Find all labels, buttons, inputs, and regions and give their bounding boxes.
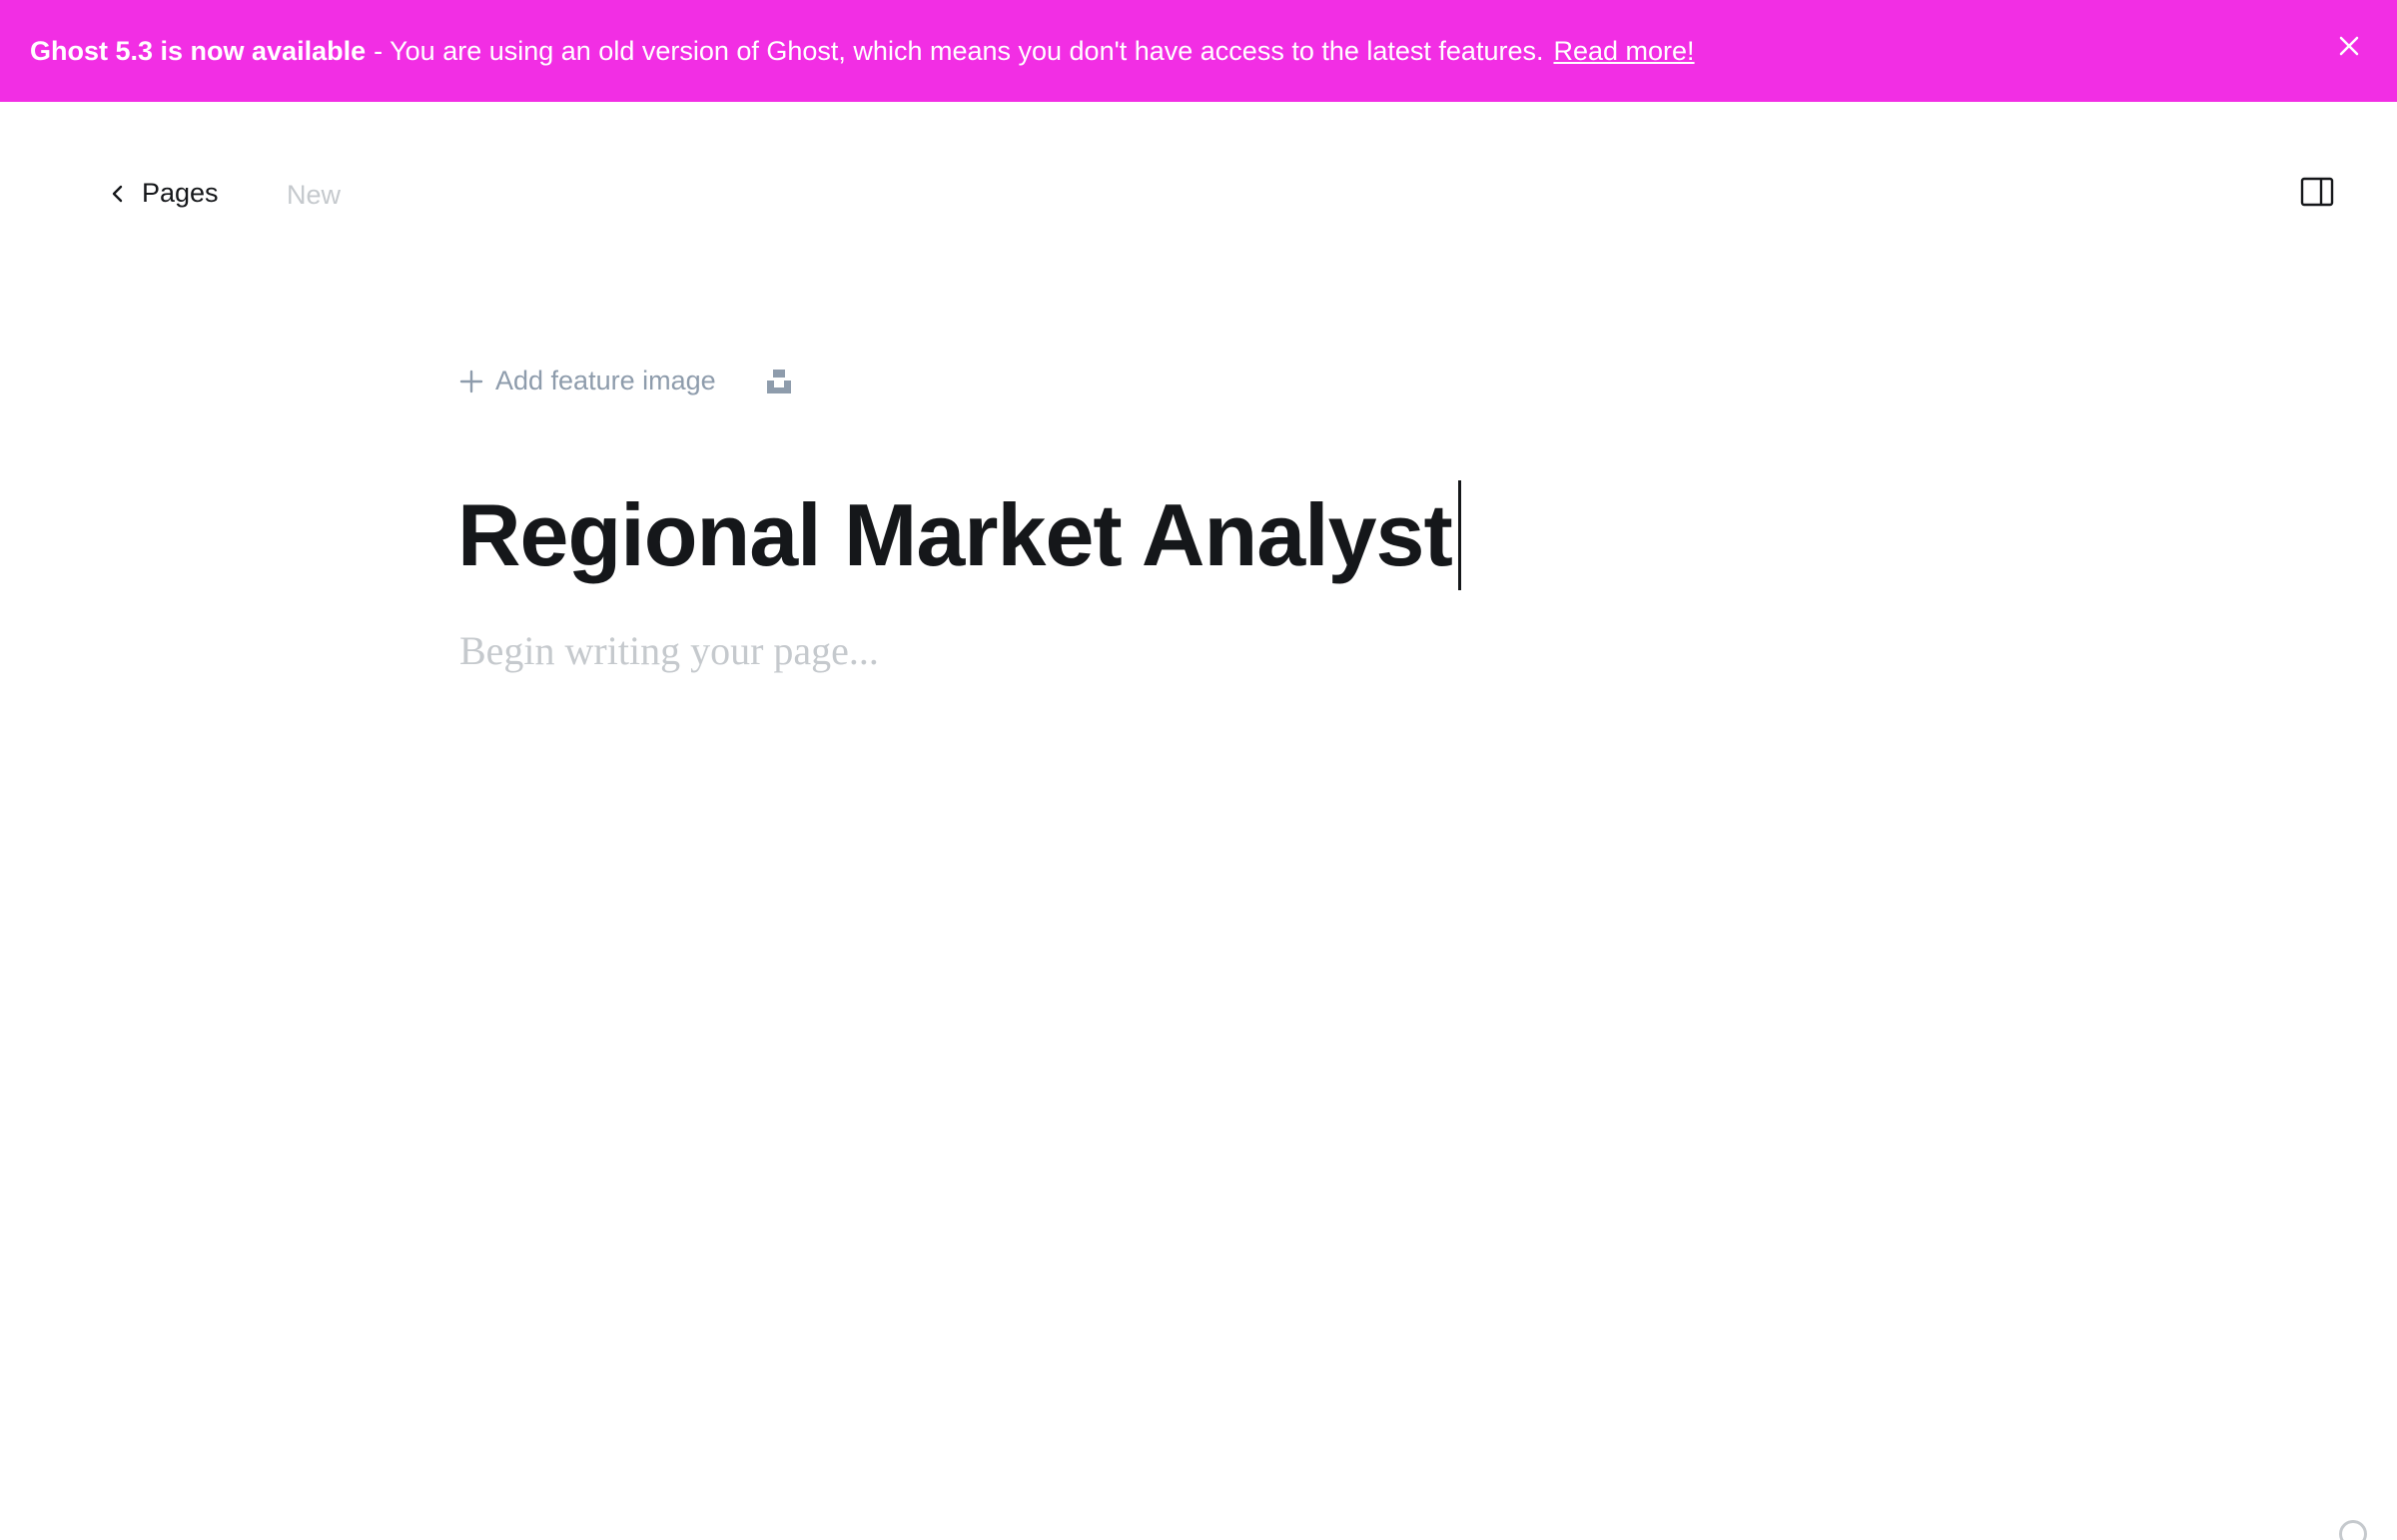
editor-footer-tools — [2339, 1520, 2367, 1540]
help-icon[interactable] — [2339, 1520, 2367, 1540]
back-to-pages-link[interactable]: Pages — [108, 178, 219, 209]
add-feature-image-button[interactable]: Add feature image — [459, 366, 716, 396]
read-more-link[interactable]: Read more! — [1553, 36, 1694, 67]
chevron-left-icon — [112, 185, 123, 202]
close-icon — [2339, 36, 2359, 56]
back-link-label: Pages — [142, 178, 219, 208]
plus-icon — [459, 370, 483, 392]
editor-header: Pages New — [0, 102, 2397, 292]
settings-sidebar-toggle-button[interactable] — [2299, 174, 2335, 210]
banner-version-text: Ghost 5.3 is now available — [30, 35, 367, 66]
editor-page: Ghost 5.3 is now available - You are usi… — [0, 0, 2397, 1540]
add-feature-image-label: Add feature image — [495, 366, 716, 395]
title-container: Regional Market Analyst — [457, 477, 1461, 593]
sidebar-toggle-icon — [2300, 177, 2334, 207]
update-banner: Ghost 5.3 is now available - You are usi… — [0, 0, 2397, 102]
image-unsplash-icon[interactable] — [764, 367, 794, 396]
banner-close-button[interactable] — [2331, 28, 2367, 64]
text-cursor — [1457, 480, 1461, 590]
page-body-editor[interactable]: Begin writing your page... — [459, 627, 879, 674]
feature-image-row: Add feature image — [459, 366, 794, 396]
post-status-label: New — [287, 180, 342, 210]
banner-message: - You are using an old version of Ghost,… — [374, 35, 1544, 66]
page-title-input[interactable]: Regional Market Analyst — [457, 484, 1453, 586]
